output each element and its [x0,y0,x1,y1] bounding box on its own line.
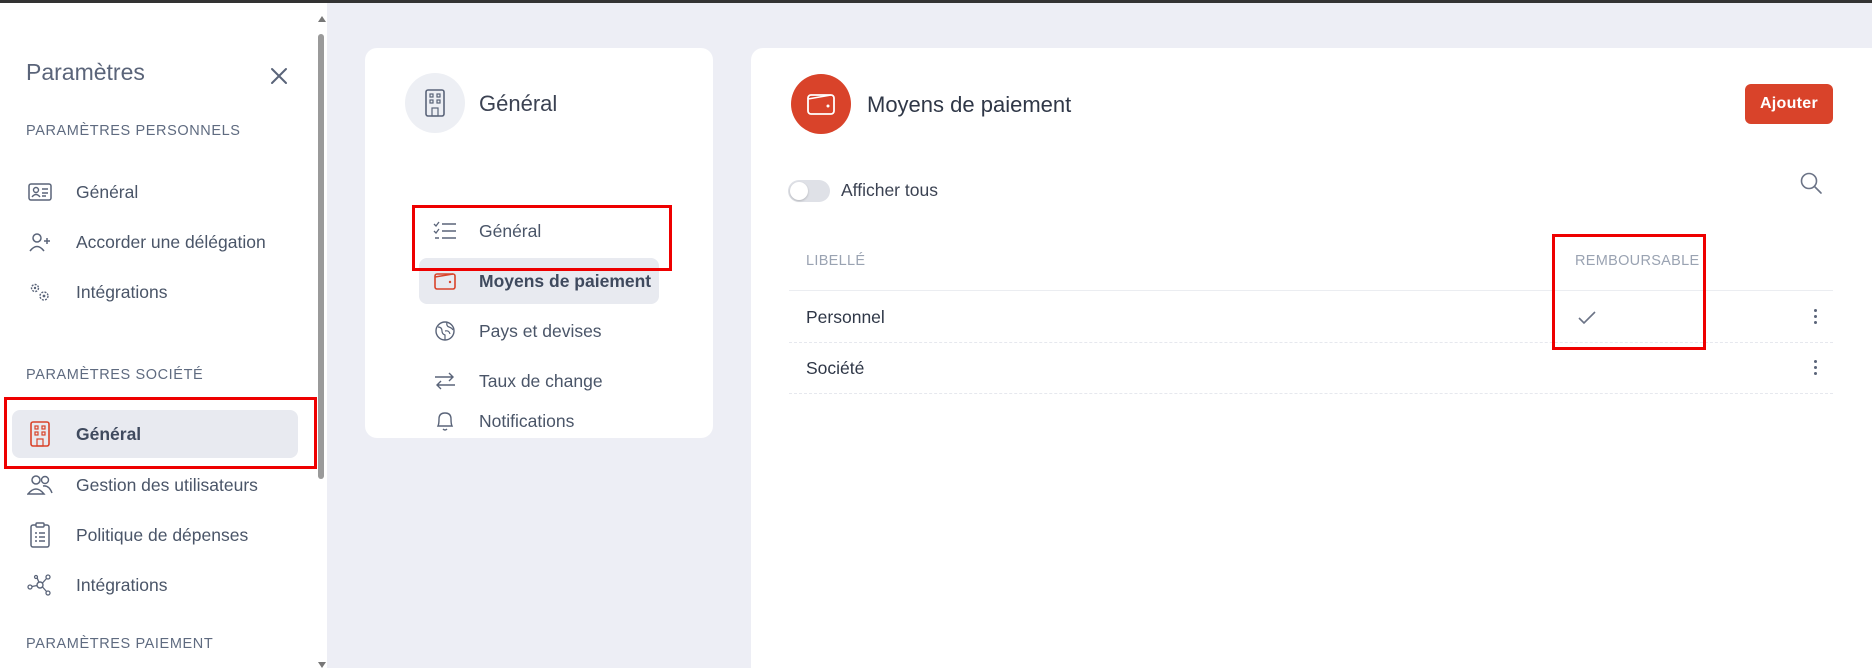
show-all-label: Afficher tous [841,180,938,200]
submenu-item-label: Pays et devises [479,320,602,341]
row-menu-button[interactable] [1805,355,1825,379]
add-button[interactable]: Ajouter [1745,84,1833,124]
settings-sidebar: Paramètres PARAMÈTRES PERSONNELS Général… [0,3,315,668]
sidebar-item-personal-integrations[interactable]: Intégrations [12,268,298,316]
submenu-item-label: Taux de change [479,370,603,391]
bell-icon [431,407,459,435]
sidebar-item-personal-general[interactable]: Général [12,168,298,216]
building-icon [26,420,54,448]
row-label: Société [806,358,865,378]
section-label-personal: PARAMÈTRES PERSONNELS [26,123,241,139]
sidebar-item-delegation[interactable]: Accorder une délégation [12,218,298,266]
toggle-knob [790,182,808,200]
scroll-up-arrow[interactable] [318,16,326,22]
column-header-label[interactable]: LIBELLÉ [806,253,865,269]
close-button[interactable] [266,63,292,89]
sidebar-item-company-integrations[interactable]: Intégrations [12,561,298,609]
general-submenu-panel: Général Général Moyens de paiement Pays … [365,48,713,438]
section-label-company: PARAMÈTRES SOCIÉTÉ [26,367,204,383]
submenu-item-label: Moyens de paiement [479,270,652,291]
network-icon [26,571,54,599]
checklist-icon [431,217,459,245]
exchange-icon [431,367,459,395]
search-button[interactable] [1798,170,1826,198]
wallet-icon [791,74,851,134]
sidebar-item-label: Général [76,181,139,202]
column-header-refundable[interactable]: REMBOURSABLE [1575,253,1699,269]
sidebar-item-company-general[interactable]: Général [12,410,298,458]
sidebar-title: Paramètres [26,59,145,85]
sidebar-item-label: Général [76,423,142,444]
row-menu-button[interactable] [1805,304,1825,328]
submenu-item-payment-methods[interactable]: Moyens de paiement [419,258,659,304]
submenu-item-general[interactable]: Général [419,208,659,254]
row-divider [789,342,1833,343]
payment-methods-panel: Moyens de paiement Ajouter Afficher tous… [751,48,1872,668]
show-all-toggle[interactable] [788,180,830,202]
row-label: Personnel [806,307,885,327]
building-icon [405,73,465,133]
section-label-payment: PARAMÈTRES PAIEMENT [26,636,214,652]
sidebar-item-label: Gestion des utilisateurs [76,474,258,495]
id-card-icon [26,178,54,206]
clipboard-icon [26,521,54,549]
sidebar-scrollbar-thumb[interactable] [318,34,324,479]
submenu-item-countries-currencies[interactable]: Pays et devises [419,308,659,354]
submenu-item-notifications[interactable]: Notifications [419,408,659,434]
table-header-divider [789,290,1833,291]
globe-icon [431,317,459,345]
page-title: Moyens de paiement [867,92,1072,117]
sidebar-item-user-management[interactable]: Gestion des utilisateurs [12,461,298,509]
row-divider [789,393,1833,394]
submenu-title: Général [479,91,558,116]
close-icon [271,68,287,84]
check-icon [1578,311,1596,325]
sidebar-item-label: Intégrations [76,281,168,302]
users-icon [26,471,54,499]
search-icon [1800,172,1822,194]
gears-icon [26,278,54,306]
submenu-item-label: Général [479,220,542,241]
submenu-item-label: Notifications [479,410,575,431]
sidebar-item-label: Politique de dépenses [76,524,249,545]
sidebar-item-expense-policy[interactable]: Politique de dépenses [12,511,298,559]
submenu-item-exchange-rates[interactable]: Taux de change [419,358,659,404]
scroll-down-arrow[interactable] [318,662,326,668]
wallet-icon [431,267,459,295]
user-plus-icon [26,228,54,256]
sidebar-item-label: Accorder une délégation [76,231,266,252]
sidebar-item-label: Intégrations [76,574,168,595]
